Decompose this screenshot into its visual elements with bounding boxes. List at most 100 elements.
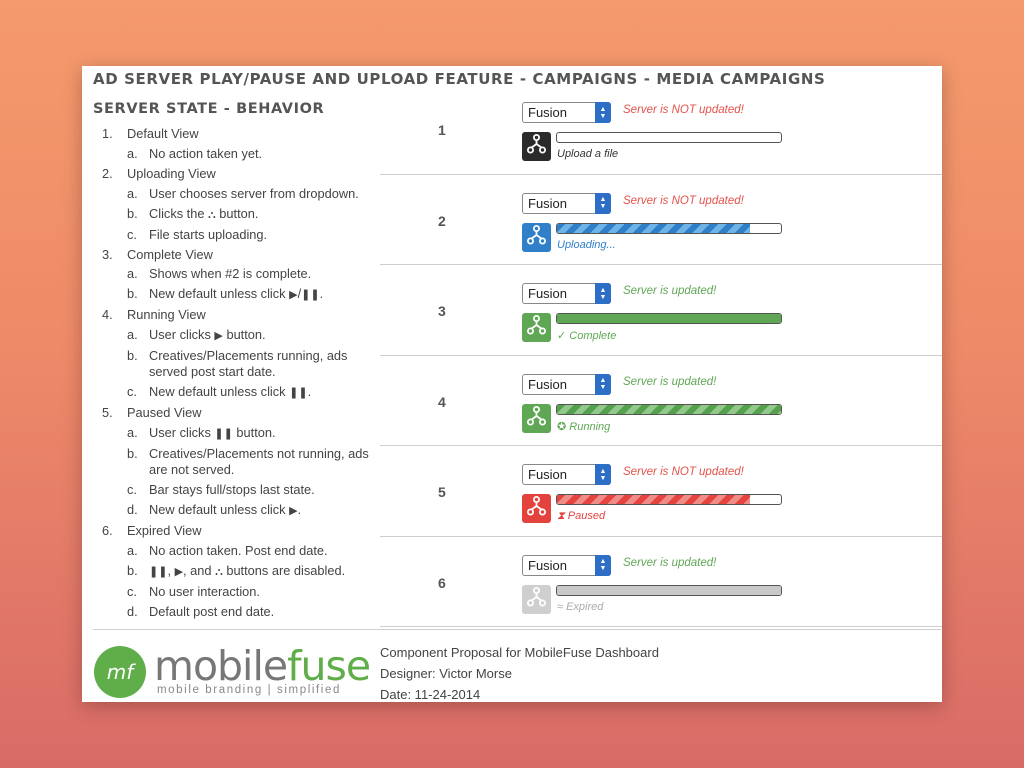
server-select[interactable]: Fusion ▲ ▼ xyxy=(522,102,611,123)
progress-bar xyxy=(556,584,782,596)
progress-fill xyxy=(557,585,781,595)
server-select[interactable]: Fusion ▲ ▼ xyxy=(522,554,611,576)
list-subitem: b. Creatives/Placements running, ads serv… xyxy=(127,348,348,380)
list-subitem: a. No action taken yet. xyxy=(127,145,263,161)
upload-button[interactable] xyxy=(522,494,551,523)
upload-icon xyxy=(527,405,546,431)
progress-fill xyxy=(557,314,781,323)
state-row: 2 Fusion ▲ ▼ Server is NOT updated! Uploading… xyxy=(380,175,942,265)
state-number: 4 xyxy=(438,393,446,410)
list-subitem: d. New default unless click ▶. xyxy=(127,501,302,517)
progress-label: ✪ Running xyxy=(557,420,611,433)
server-select[interactable]: Fusion ▲ ▼ xyxy=(522,464,611,485)
select-caret-icon: ▲ ▼ xyxy=(595,373,611,395)
footer-proposal: Component Proposal for MobileFuse Dashbo… xyxy=(380,645,659,660)
list-subitem: c. No user interaction. xyxy=(127,583,260,599)
section-title: SERVER STATE - BEHAVIOR xyxy=(93,101,325,117)
progress-bar xyxy=(556,132,782,143)
upload-icon xyxy=(527,315,546,340)
select-caret-icon: ▲ ▼ xyxy=(595,554,611,576)
state-row: 4 Fusion ▲ ▼ Server is updated! ✪ Running xyxy=(380,356,942,446)
pause-icon: ❚❚ xyxy=(149,565,168,578)
server-status-text: Server is NOT updated! xyxy=(623,194,744,207)
footer-date: Date: 11-24-2014 xyxy=(380,687,481,702)
state-number: 1 xyxy=(438,122,446,138)
mobilefuse-logo: mf mobilefuse mobile branding | simplifi… xyxy=(94,642,371,698)
progress-label: ✓ Complete xyxy=(557,330,617,342)
pause-icon: ❚❚ xyxy=(289,387,308,400)
progress-label: ⧗ Paused xyxy=(557,510,606,522)
server-status-text: Server is NOT updated! xyxy=(623,104,744,116)
upload-icon xyxy=(527,224,546,250)
server-status-text: Server is updated! xyxy=(623,285,717,297)
list-subitem: b. New default unless click ▶/❚❚. xyxy=(127,286,324,302)
upload-icon: ⛬ xyxy=(215,565,223,578)
upload-button[interactable] xyxy=(522,313,551,342)
list-subitem: a. Shows when #2 is complete. xyxy=(127,266,312,282)
list-subitem: c. Bar stays full/stops last state. xyxy=(127,481,315,497)
server-status-text: Server is NOT updated! xyxy=(623,466,744,478)
upload-icon xyxy=(527,134,546,159)
list-subitem: a. User chooses server from dropdown. xyxy=(127,185,359,201)
state-row: 3 Fusion ▲ ▼ Server is updated! ✓ Complete xyxy=(380,265,942,356)
upload-button[interactable] xyxy=(522,222,551,252)
state-examples: 1 Fusion ▲ ▼ Server is NOT updated! Upload a … xyxy=(380,84,942,627)
list-subitem: b. Creatives/Placements not running, ads … xyxy=(127,445,369,477)
list-subitem: d. Default post end date. xyxy=(127,603,275,619)
logo-mark: mf xyxy=(94,646,146,698)
upload-button[interactable] xyxy=(522,132,551,161)
state-number: 3 xyxy=(438,303,446,319)
spec-sheet: AD SERVER PLAY/PAUSE AND UPLOAD FEATURE … xyxy=(82,66,942,702)
footer-divider xyxy=(93,629,941,630)
progress-fill xyxy=(557,495,750,504)
list-item: 3. Complete View xyxy=(102,246,213,262)
state-row: 5 Fusion ▲ ▼ Server is NOT updated! ⧗ Paused xyxy=(380,446,942,537)
play-icon: ▶ xyxy=(289,504,298,517)
progress-bar xyxy=(556,403,782,415)
list-subitem: c. File starts uploading. xyxy=(127,226,268,242)
list-item: 1. Default View xyxy=(102,126,199,141)
list-subitem: a. No action taken. Post end date. xyxy=(127,542,328,558)
progress-label: Uploading... xyxy=(557,238,616,251)
footer-designer: Designer: Victor Morse xyxy=(380,666,512,681)
list-item: 4. Running View xyxy=(102,307,206,323)
progress-label: ≈ Expired xyxy=(557,600,604,613)
upload-icon: ⛬ xyxy=(208,208,216,221)
select-caret-icon: ▲ ▼ xyxy=(595,283,611,304)
upload-button[interactable] xyxy=(522,584,551,614)
logo-wordmark: mobilefuse xyxy=(154,642,371,690)
state-row: 6 Fusion ▲ ▼ Server is updated! ≈ Expired xyxy=(380,537,942,627)
server-status-text: Server is updated! xyxy=(623,375,717,388)
list-item: 2. Uploading View xyxy=(102,165,216,181)
server-select[interactable]: Fusion ▲ ▼ xyxy=(522,192,611,214)
upload-icon xyxy=(527,496,546,521)
state-number: 5 xyxy=(438,484,446,500)
state-row: 1 Fusion ▲ ▼ Server is NOT updated! Upload a … xyxy=(380,84,942,175)
list-subitem: c. New default unless click ❚❚. xyxy=(127,384,312,400)
play-icon: ▶ xyxy=(174,565,184,578)
server-select[interactable]: Fusion ▲ ▼ xyxy=(522,283,611,304)
progress-label: Upload a file xyxy=(557,148,619,160)
select-caret-icon: ▲ ▼ xyxy=(595,192,611,214)
upload-icon xyxy=(527,586,546,612)
upload-button[interactable] xyxy=(522,403,551,433)
progress-bar xyxy=(556,494,782,505)
progress-bar xyxy=(556,222,782,234)
play-icon: ▶ xyxy=(214,330,223,343)
pause-icon: ❚❚ xyxy=(214,427,233,440)
state-number: 2 xyxy=(438,212,446,229)
play-icon: ▶ xyxy=(289,289,298,302)
progress-fill xyxy=(557,223,750,233)
list-subitem: a. User clicks ▶ button. xyxy=(127,327,266,343)
list-subitem: b. ❚❚, ▶, and ⛬ buttons are disabled. xyxy=(127,562,346,578)
behavior-list: 1. Default View a. No action taken yet. 2.… xyxy=(102,124,382,622)
logo-tagline: mobile branding | simplified xyxy=(157,684,341,696)
list-subitem: a. User clicks ❚❚ button. xyxy=(127,424,276,440)
list-subitem: b. Clicks the ⛬ button. xyxy=(127,205,259,221)
list-item: 5. Paused View xyxy=(102,405,202,421)
server-select[interactable]: Fusion ▲ ▼ xyxy=(522,373,611,395)
progress-fill xyxy=(557,404,781,414)
pause-icon: ❚❚ xyxy=(301,289,320,302)
select-caret-icon: ▲ ▼ xyxy=(595,102,611,123)
state-number: 6 xyxy=(438,574,446,591)
